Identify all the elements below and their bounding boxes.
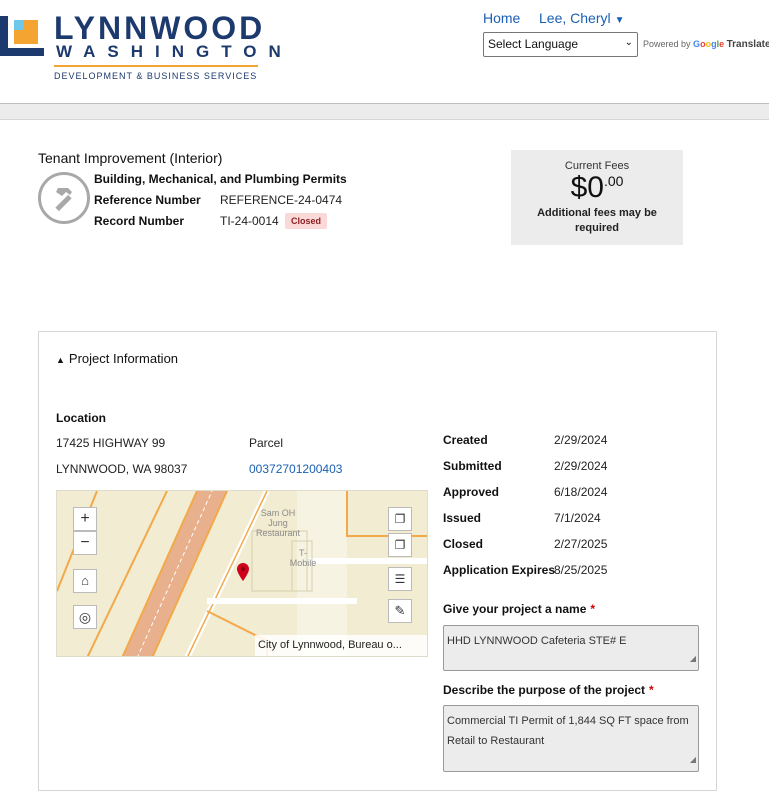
location-heading: Location [56,411,106,425]
date-label-expires: Application Expires [443,563,556,577]
parcel-link[interactable]: 00372701200403 [249,462,342,476]
date-value-created: 2/29/2024 [554,433,608,447]
date-value-submitted: 2/29/2024 [554,459,608,473]
fees-box: Current Fees $0.00 Additional fees may b… [511,150,683,245]
address-line-1: 17425 HIGHWAY 99 [56,436,166,450]
zoom-out-button[interactable]: − [73,531,97,555]
language-select[interactable]: Select Language ⌄ [483,32,638,57]
google-logo: Google [693,39,725,49]
parcel-label: Parcel [249,436,284,450]
project-purpose-label: Describe the purpose of the project * [443,683,654,697]
map-poi-restaurant: Sam OH Jung Restaurant [255,508,301,538]
fees-amount-main: $0 [570,171,604,204]
logo-subtitle: WASHINGTON [56,42,293,61]
translate-text: Translate [726,39,769,50]
user-name: Lee, Cheryl [539,10,611,26]
project-name-label: Give your project a name * [443,602,595,616]
project-name-label-text: Give your project a name [443,602,587,616]
powered-by-text: Powered by [643,39,691,49]
project-purpose-value: Commercial TI Permit of 1,844 SQ FT spac… [447,715,689,747]
record-number-label: Record Number [94,214,185,228]
caret-down-icon: ▼ [614,15,625,26]
user-menu[interactable]: Lee, Cheryl ▼ [539,10,625,26]
map-poi-tmobile: T- Mobile [289,548,317,568]
map-pin-icon [237,563,249,581]
date-label-approved: Approved [443,485,500,499]
project-name-field[interactable]: HHD LYNNWOOD Cafeteria STE# E ◢ [443,625,699,671]
locate-icon[interactable]: ◎ [73,605,97,629]
required-marker: * [649,683,654,697]
lynnwood-logo-icon[interactable] [0,16,46,56]
date-label-issued: Issued [443,511,482,525]
powered-by-google-translate[interactable]: Powered by Google Translate [643,39,769,50]
layers-icon[interactable]: ❐ [388,507,412,531]
record-type: Building, Mechanical, and Plumbing Permi… [94,172,347,186]
zoom-in-button[interactable]: + [73,507,97,531]
home-icon[interactable]: ⌂ [73,569,97,593]
project-purpose-label-text: Describe the purpose of the project [443,683,646,697]
date-value-approved: 6/18/2024 [554,485,608,499]
record-number-value: TI-24-0014 [220,214,279,228]
project-name-value: HHD LYNNWOOD Cafeteria STE# E [447,635,627,647]
project-info-toggle[interactable]: ▲ Project Information [56,351,178,366]
project-info-title: Project Information [68,351,179,366]
fees-amount-cents: .00 [603,173,624,189]
triangle-up-icon: ▲ [56,355,65,365]
project-purpose-field[interactable]: Commercial TI Permit of 1,844 SQ FT spac… [443,705,699,772]
location-map[interactable]: Sam OH Jung Restaurant T- Mobile + − ⌂ ◎ ❐ … [56,490,428,657]
logo-department: DEVELOPMENT & BUSINESS SERVICES [54,71,258,81]
fees-amount: $0.00 [511,172,683,204]
logo-title: LYNNWOOD [54,10,266,46]
home-link[interactable]: Home [483,10,520,26]
date-value-closed: 2/27/2025 [554,537,608,551]
date-label-closed: Closed [443,537,484,551]
chevron-down-icon: ⌄ [624,37,633,48]
header-band [0,104,769,120]
date-value-issued: 7/1/2024 [554,511,601,525]
edit-pencil-icon[interactable]: ✎ [388,599,412,623]
logo-divider [54,65,258,67]
resize-grip-icon[interactable]: ◢ [690,750,696,770]
basemap-icon[interactable]: ❐ [388,533,412,557]
legend-list-icon[interactable]: ☰ [388,567,412,591]
required-marker: * [590,602,596,616]
status-badge: Closed [285,213,328,229]
address-line-2: LYNNWOOD, WA 98037 [56,462,188,476]
site-header: LYNNWOOD WASHINGTON DEVELOPMENT & BUSINE… [0,0,769,104]
map-attribution: City of Lynnwood, Bureau o... [255,635,427,656]
record-title: Tenant Improvement (Interior) [38,150,223,166]
date-label-submitted: Submitted [443,459,502,473]
reference-number-label: Reference Number [94,193,201,207]
language-select-value: Select Language [488,37,579,51]
date-label-created: Created [443,433,488,447]
resize-grip-icon[interactable]: ◢ [690,649,696,669]
hammer-icon [38,172,90,224]
fees-note: Additional fees may be required [537,207,657,234]
date-value-expires: 8/25/2025 [554,563,608,577]
reference-number-value: REFERENCE-24-0474 [220,193,343,207]
